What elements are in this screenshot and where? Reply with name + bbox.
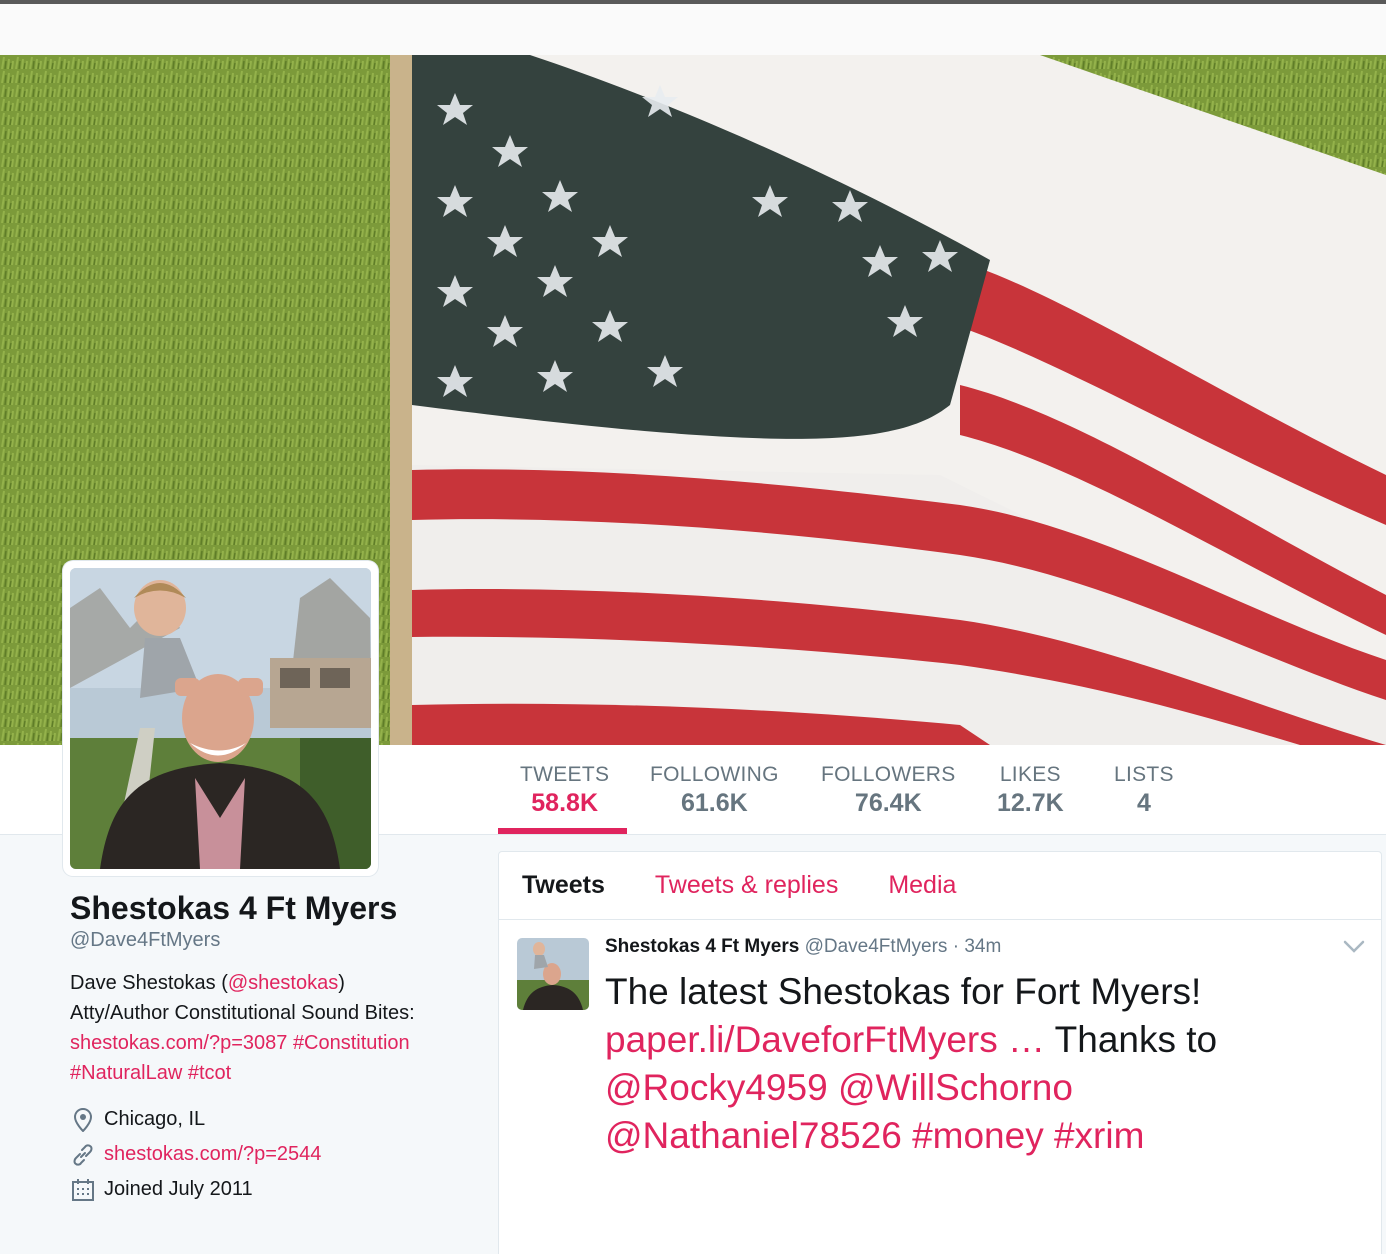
bio-hashtag-link[interactable]: #NaturalLaw [70, 1062, 182, 1084]
stat-following-label: FOLLOWING [650, 763, 779, 786]
tweet-separator: · [952, 936, 960, 957]
profile-joined: Joined July 2011 [70, 1172, 470, 1207]
profile-avatar[interactable] [63, 561, 378, 876]
profile-location: Chicago, IL [70, 1102, 470, 1137]
bio-hashtag-link[interactable]: #Constitution [293, 1032, 410, 1054]
profile-card: Shestokas 4 Ft Myers @Dave4FtMyers Dave … [70, 890, 470, 1207]
stat-following[interactable]: FOLLOWING 61.6K [650, 763, 779, 818]
link-icon [70, 1142, 96, 1168]
stat-likes-value: 12.7K [997, 789, 1064, 817]
profile-website: shestokas.com/?p=2544 [70, 1137, 470, 1172]
bio-text: ) [338, 972, 345, 994]
bio-url-link[interactable]: shestokas.com/?p=3087 [70, 1032, 287, 1054]
timeline-panel: Tweets Tweets & replies Media Shestokas … [498, 851, 1382, 1254]
tweet-url-link[interactable]: paper.li/DaveforFtMyers … [605, 1019, 1045, 1060]
tweet-author-name[interactable]: Shestokas 4 Ft Myers [605, 936, 799, 957]
tweet-author-avatar[interactable] [517, 938, 589, 1010]
tweet-mention-link[interactable]: @Nathaniel78526 [605, 1115, 902, 1156]
stat-following-value: 61.6K [681, 789, 748, 817]
tweet-mention-link[interactable]: @Rocky4959 [605, 1067, 828, 1108]
tab-tweets[interactable]: Tweets [522, 871, 605, 900]
chevron-down-icon[interactable] [1342, 936, 1366, 956]
stat-tweets[interactable]: TWEETS 58.8K [520, 763, 609, 818]
map-pin-icon [70, 1107, 96, 1133]
tab-media[interactable]: Media [888, 871, 956, 900]
stat-lists[interactable]: LISTS 4 [1114, 763, 1174, 818]
tweet-text-intro: The latest Shestokas for Fort Myers! [605, 971, 1202, 1012]
browser-top-bar [0, 0, 1386, 55]
active-tab-indicator [498, 828, 627, 834]
stat-likes-label: LIKES [999, 763, 1061, 786]
calendar-icon [70, 1177, 96, 1203]
profile-meta: Chicago, IL shestokas.com/?p=2544 Joined… [70, 1102, 470, 1207]
tweet-author-handle[interactable]: @Dave4FtMyers [805, 936, 948, 957]
timeline-tabs: Tweets Tweets & replies Media [499, 852, 1381, 920]
stat-followers-value: 76.4K [854, 789, 922, 817]
profile-display-name[interactable]: Shestokas 4 Ft Myers [70, 890, 470, 927]
tweet-hashtag-link[interactable]: #xrim [1054, 1115, 1144, 1156]
stat-tweets-label: TWEETS [520, 763, 610, 786]
bio-text: Dave Shestokas ( [70, 972, 228, 994]
stat-likes[interactable]: LIKES 12.7K [997, 763, 1064, 818]
bio-mention-link[interactable]: @shestokas [228, 972, 338, 994]
stat-tweets-value: 58.8K [531, 789, 598, 817]
avatar-photo [70, 568, 371, 869]
profile-handle[interactable]: @Dave4FtMyers [70, 929, 470, 952]
tweet-text: The latest Shestokas for Fort Myers! pap… [605, 968, 1345, 1160]
stat-followers[interactable]: FOLLOWERS 76.4K [821, 763, 956, 818]
stat-lists-value: 4 [1136, 789, 1151, 817]
tweet-timestamp[interactable]: 34m [964, 936, 1001, 957]
stat-lists-label: LISTS [1114, 763, 1174, 786]
joined-text: Joined July 2011 [104, 1178, 253, 1200]
tweet-mention-link[interactable]: @WillSchorno [838, 1067, 1073, 1108]
location-text: Chicago, IL [104, 1108, 206, 1130]
tweet-hashtag-link[interactable]: #money [912, 1115, 1044, 1156]
stat-followers-label: FOLLOWERS [821, 763, 956, 786]
tweet-text-thanks: Thanks to [1045, 1019, 1218, 1060]
bio-hashtag-link[interactable]: #tcot [188, 1062, 231, 1084]
profile-bio: Dave Shestokas (@shestokas) Atty/Author … [70, 968, 470, 1088]
bio-text: Atty/Author Constitutional Sound Bites: [70, 1002, 415, 1024]
tweet-header: Shestokas 4 Ft Myers @Dave4FtMyers · 34m [605, 936, 1001, 958]
tab-tweets-replies[interactable]: Tweets & replies [655, 871, 838, 900]
website-link[interactable]: shestokas.com/?p=2544 [104, 1143, 321, 1166]
